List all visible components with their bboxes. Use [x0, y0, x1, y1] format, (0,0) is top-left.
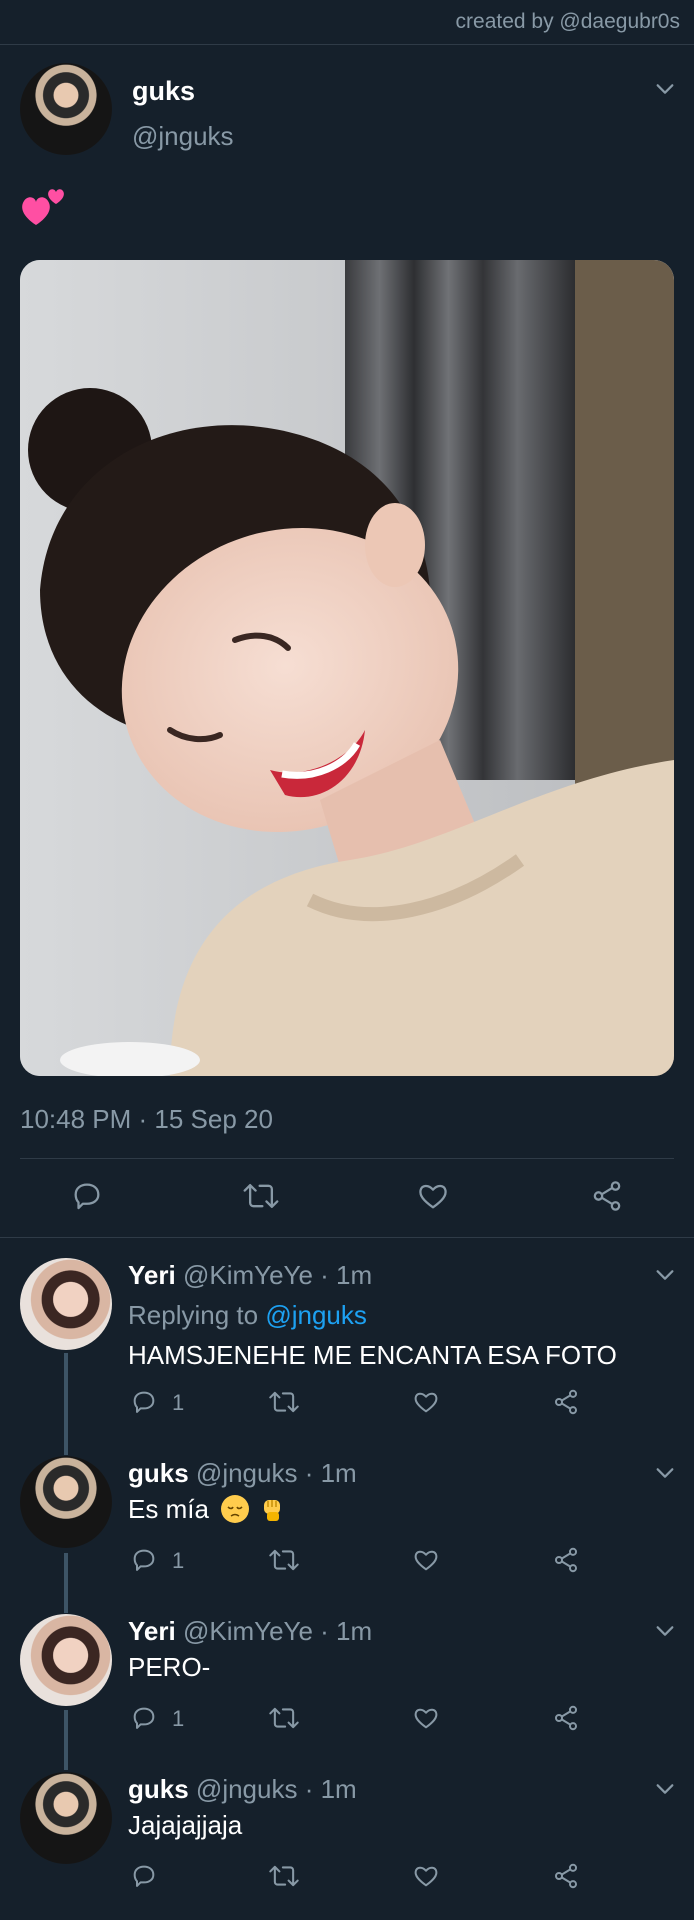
- avatar[interactable]: [20, 1772, 112, 1864]
- photo-illustration: [20, 260, 674, 1076]
- raised-fist-icon: [264, 1500, 281, 1521]
- divider: [20, 1158, 674, 1159]
- reply-meta[interactable]: @KimYeYe · 1m: [183, 1616, 372, 1646]
- author-name[interactable]: guks: [132, 76, 195, 107]
- author-handle[interactable]: @jnguks: [132, 121, 234, 152]
- reply-text: PERO-: [128, 1652, 211, 1682]
- reply-meta[interactable]: @KimYeYe · 1m: [183, 1260, 372, 1290]
- replying-to-link[interactable]: @jnguks: [265, 1300, 367, 1330]
- reply-icon[interactable]: [130, 1862, 158, 1890]
- reply-header: Yeri @KimYeYe · 1m: [128, 1260, 372, 1291]
- share-icon[interactable]: [552, 1388, 580, 1416]
- reply-count: 1: [172, 1706, 185, 1731]
- share-icon[interactable]: [552, 1862, 580, 1890]
- retweet-icon[interactable]: [242, 1179, 280, 1213]
- divider: [0, 1237, 694, 1238]
- credit-label: created by @daegubr0s: [455, 10, 680, 33]
- reply-header: guks @jnguks · 1m: [128, 1774, 357, 1805]
- retweet-icon[interactable]: [268, 1862, 300, 1890]
- tweet-photo[interactable]: [20, 260, 674, 1076]
- share-icon[interactable]: [552, 1546, 580, 1574]
- pensive-face-icon: [221, 1495, 250, 1523]
- like-icon[interactable]: [412, 1704, 440, 1732]
- retweet-icon[interactable]: [268, 1704, 300, 1732]
- reply-author-name[interactable]: Yeri: [128, 1260, 176, 1290]
- reply-meta[interactable]: @jnguks · 1m: [196, 1458, 357, 1488]
- like-icon[interactable]: [412, 1388, 440, 1416]
- reply-author-name[interactable]: guks: [128, 1458, 189, 1488]
- like-icon[interactable]: [416, 1179, 450, 1213]
- reply-count: 1: [172, 1390, 185, 1415]
- reply-icon[interactable]: [130, 1704, 158, 1732]
- reply-text: HAMSJENEHE ME ENCANTA ESA FOTO: [128, 1340, 617, 1370]
- avatar[interactable]: [20, 1456, 112, 1548]
- share-icon[interactable]: [590, 1179, 624, 1213]
- avatar[interactable]: [20, 63, 112, 155]
- reply-action-bar: 1: [128, 1702, 608, 1736]
- chevron-down-icon[interactable]: [654, 1264, 676, 1286]
- chevron-down-icon[interactable]: [654, 1620, 676, 1642]
- reply-text: Jajajajjaja: [128, 1810, 243, 1840]
- reply-header: guks @jnguks · 1m: [128, 1458, 357, 1489]
- retweet-icon[interactable]: [268, 1546, 300, 1574]
- reply-header: Yeri @KimYeYe · 1m: [128, 1616, 372, 1647]
- reply-action-bar: 1: [128, 1386, 608, 1420]
- reply-author-name[interactable]: guks: [128, 1774, 189, 1804]
- tweet-timestamp[interactable]: 10:48 PM · 15 Sep 20: [20, 1104, 273, 1135]
- retweet-icon[interactable]: [268, 1388, 300, 1416]
- tweet-action-bar: [0, 1175, 694, 1221]
- reply-text-line: Es mía: [128, 1494, 287, 1525]
- share-icon[interactable]: [552, 1704, 580, 1732]
- avatar[interactable]: [20, 1614, 112, 1706]
- reply-icon[interactable]: [130, 1546, 158, 1574]
- reply-author-name[interactable]: Yeri: [128, 1616, 176, 1646]
- reply-icon[interactable]: [70, 1179, 104, 1213]
- reply-meta[interactable]: @jnguks · 1m: [196, 1774, 357, 1804]
- two-hearts-icon: [22, 189, 64, 225]
- replying-to-label: Replying to: [128, 1300, 259, 1330]
- like-icon[interactable]: [412, 1546, 440, 1574]
- avatar[interactable]: [20, 1258, 112, 1350]
- reply-icon[interactable]: [130, 1388, 158, 1416]
- replying-to-line: Replying to @jnguks: [128, 1300, 367, 1331]
- top-divider: [0, 44, 694, 45]
- chevron-down-icon[interactable]: [654, 1462, 676, 1484]
- like-icon[interactable]: [412, 1862, 440, 1890]
- reply-text: Es mía: [128, 1494, 209, 1524]
- reply-action-bar: [128, 1860, 608, 1894]
- chevron-down-icon[interactable]: [654, 1778, 676, 1800]
- reply-count: 1: [172, 1548, 185, 1573]
- reply-action-bar: 1: [128, 1544, 608, 1578]
- chevron-down-icon[interactable]: [654, 78, 676, 100]
